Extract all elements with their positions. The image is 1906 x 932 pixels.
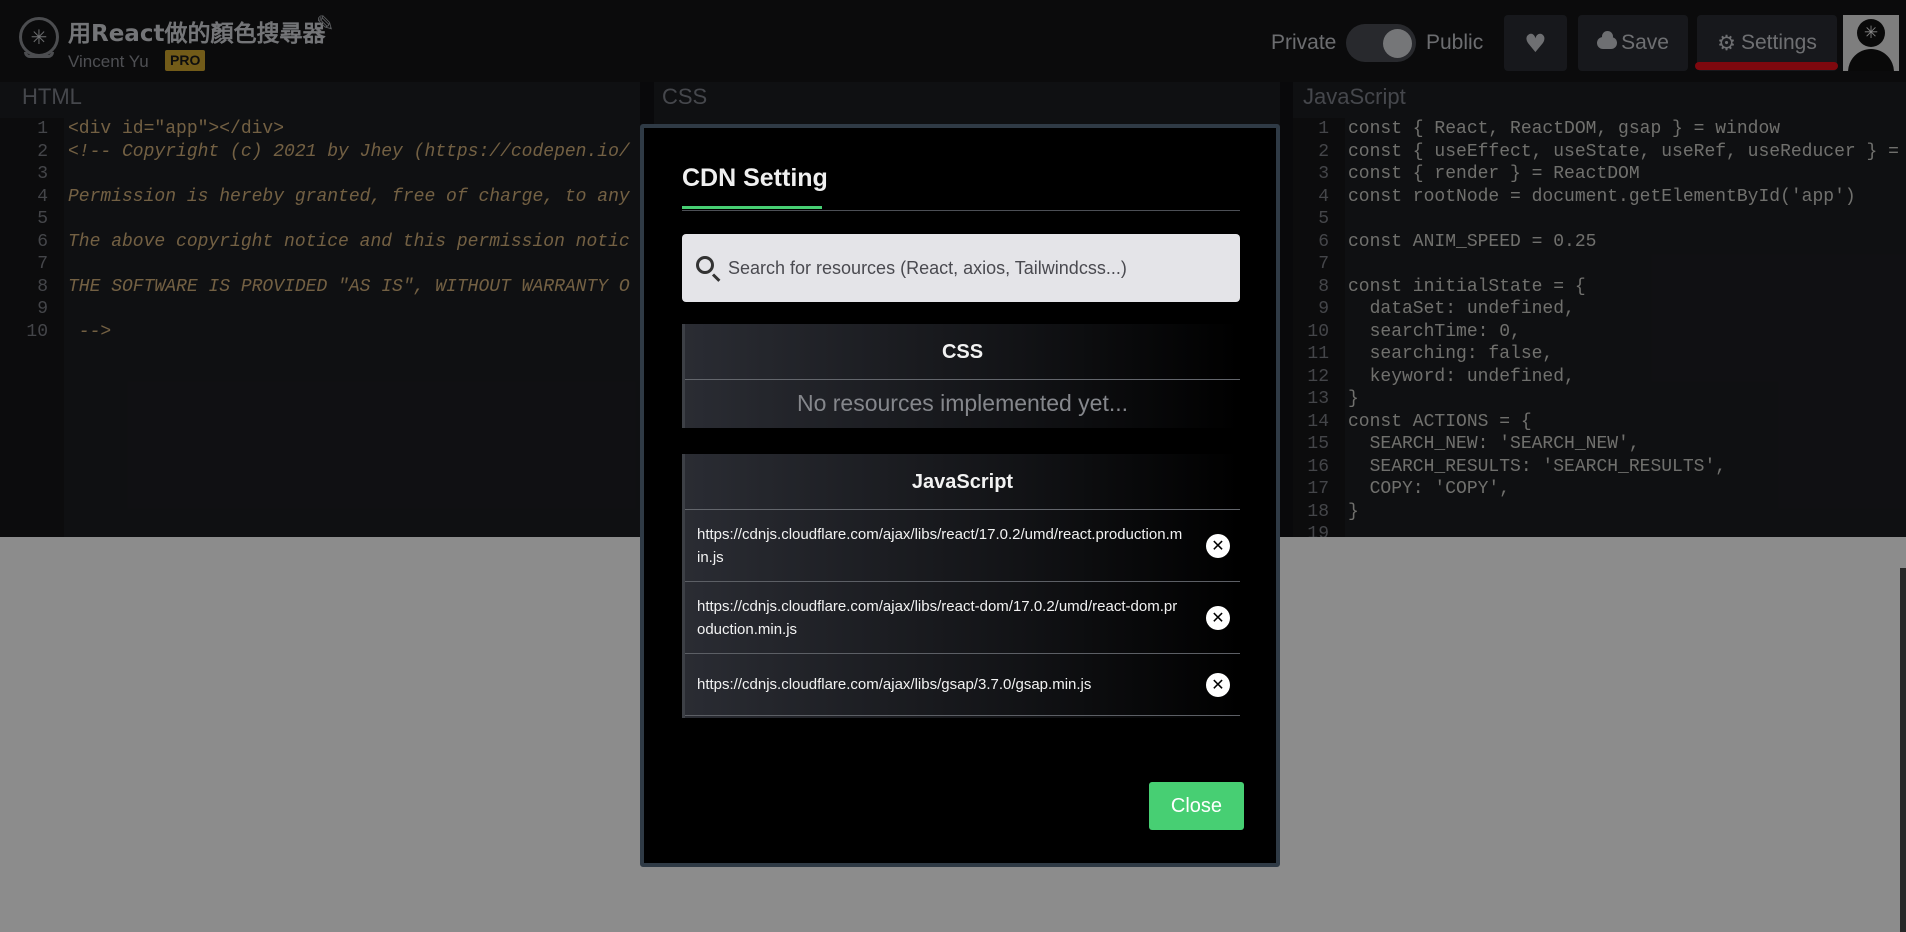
css-empty-message: No resources implemented yet... <box>796 390 1129 416</box>
remove-icon[interactable]: ✕ <box>1206 673 1230 697</box>
close-button[interactable]: Close <box>1149 782 1244 830</box>
resource-url: https://cdnjs.cloudflare.com/ajax/libs/r… <box>697 597 1178 638</box>
active-tab-indicator <box>682 206 822 209</box>
css-section-heading: CSS <box>685 324 1240 380</box>
tab-divider <box>682 210 1240 211</box>
remove-icon[interactable]: ✕ <box>1206 534 1230 558</box>
css-resources-section: CSS No resources implemented yet... <box>682 324 1240 428</box>
resource-search[interactable] <box>682 234 1240 302</box>
resource-item: https://cdnjs.cloudflare.com/ajax/libs/r… <box>685 582 1240 654</box>
js-section-heading: JavaScript <box>685 454 1240 510</box>
resource-search-input[interactable] <box>728 251 1228 285</box>
resource-item: https://cdnjs.cloudflare.com/ajax/libs/g… <box>685 654 1240 716</box>
modal-title[interactable]: CDN Setting <box>682 164 828 193</box>
remove-icon[interactable]: ✕ <box>1206 606 1230 630</box>
js-resources-section: JavaScript https://cdnjs.cloudflare.com/… <box>682 454 1240 718</box>
resource-item: https://cdnjs.cloudflare.com/ajax/libs/r… <box>685 510 1240 582</box>
cdn-setting-modal: CDN Setting CSS No resources implemented… <box>640 124 1280 867</box>
search-icon <box>696 256 714 274</box>
resource-url: https://cdnjs.cloudflare.com/ajax/libs/g… <box>697 676 1092 693</box>
resource-url: https://cdnjs.cloudflare.com/ajax/libs/r… <box>697 525 1183 566</box>
